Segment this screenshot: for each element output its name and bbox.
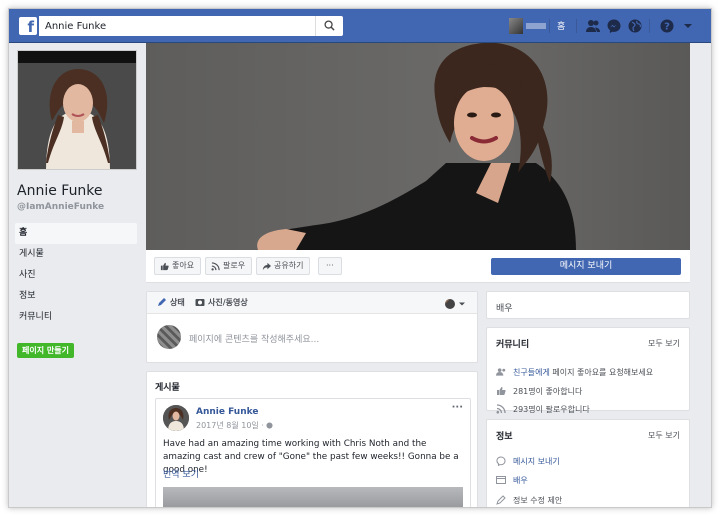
post-photo[interactable]: [163, 487, 463, 507]
nav-item-community[interactable]: 커뮤니티: [15, 307, 137, 328]
like-button[interactable]: 좋아요: [154, 257, 202, 275]
friends-icon: [496, 368, 506, 376]
chevron-down-icon[interactable]: [680, 18, 696, 34]
search-icon: [324, 20, 335, 31]
more-options-button[interactable]: ···: [318, 257, 342, 275]
help-icon[interactable]: ?: [659, 18, 675, 34]
info-suggest-edit-link[interactable]: 정보 수정 제안: [513, 496, 562, 505]
post-composer: 상태 사진/동영상 페이지에 콘텐츠를 작성해주세요...: [146, 291, 478, 363]
page-action-bar: 좋아요 팔로우 공유하기 ··· 메시지 보내기: [146, 250, 690, 283]
messenger-icon[interactable]: [606, 18, 622, 34]
friend-requests-icon[interactable]: [585, 18, 601, 34]
search-box: [39, 16, 343, 36]
browser-window: f 홈 ?: [8, 8, 712, 508]
post-author-avatar[interactable]: [163, 405, 189, 431]
page-username[interactable]: @IamAnnieFunke: [17, 202, 104, 212]
photo-video-tab-label: 사진/동영상: [208, 298, 248, 307]
photo-video-tab[interactable]: 사진/동영상: [195, 297, 248, 308]
composer-tabs: 상태 사진/동영상: [147, 292, 477, 314]
svg-text:?: ?: [664, 22, 670, 33]
likes-count-row: 281명이 좋아합니다: [496, 386, 582, 398]
page-category[interactable]: 배우: [496, 301, 513, 314]
share-button[interactable]: 공유하기: [256, 257, 311, 275]
nav-item-about[interactable]: 정보: [15, 286, 137, 307]
post-as-selector[interactable]: [444, 296, 468, 310]
post-as-avatar-icon: [445, 299, 465, 309]
see-translation-link[interactable]: 번역 보기: [163, 467, 199, 480]
send-message-button[interactable]: 메시지 보내기: [491, 258, 681, 275]
nav-item-posts[interactable]: 게시물: [15, 244, 137, 265]
info-suggest-edit-row: 정보 수정 제안: [496, 495, 562, 507]
info-see-all-link[interactable]: 모두 보기: [648, 430, 680, 441]
share-arrow-icon: [262, 262, 271, 271]
create-page-button[interactable]: 페이지 만들기: [17, 343, 74, 358]
divider: [576, 19, 577, 33]
thumbs-up-icon: [160, 262, 169, 271]
rss-follow-icon: [211, 262, 220, 271]
like-label: 좋아요: [172, 261, 195, 270]
info-send-message-link[interactable]: 메시지 보내기: [513, 457, 560, 466]
follow-button[interactable]: 팔로우: [205, 257, 253, 275]
facebook-logo-icon[interactable]: f: [19, 17, 37, 35]
globe-privacy-icon: [266, 422, 273, 429]
page-navigation: 홈 게시물 사진 정보 커뮤니티: [15, 223, 137, 328]
camera-icon: [195, 299, 205, 306]
rss-follow-icon: [496, 404, 506, 414]
profile-picture[interactable]: [17, 50, 137, 170]
divider: [649, 19, 650, 33]
info-message-row: 메시지 보내기: [496, 456, 560, 468]
user-avatar: [509, 18, 523, 34]
info-card: 정보 모두 보기 메시지 보내기 배우 정보 수정 제안: [486, 419, 690, 507]
pencil-icon: [158, 298, 166, 306]
author-photo: [163, 405, 189, 431]
user-name-blurred: [526, 23, 546, 29]
profile-shortcut[interactable]: [509, 18, 549, 34]
community-card: 커뮤니티 모두 보기 친구들에게 페이지 좋아요를 요청해보세요 281명이 좋…: [486, 327, 690, 414]
divider: [549, 19, 550, 33]
follows-count: 293명이 팔로우합니다: [513, 405, 590, 414]
invite-friends-text: 페이지 좋아요를 요청해보세요: [549, 368, 654, 377]
post-text: Have had an amazing time working with Ch…: [163, 439, 459, 475]
page-name[interactable]: Annie Funke: [17, 183, 103, 199]
share-label: 공유하기: [274, 261, 304, 270]
category-card: 배우: [486, 291, 690, 319]
post-timestamp[interactable]: 2017년 8월 10일 ·: [196, 420, 273, 431]
info-category-link[interactable]: 배우: [513, 476, 528, 485]
category-tag-icon: [496, 476, 506, 484]
search-button[interactable]: [315, 16, 343, 36]
cover-photo-image: [146, 43, 690, 250]
post-date-text: 2017년 8월 10일 ·: [196, 421, 264, 430]
pencil-icon: [496, 495, 506, 505]
cover-photo[interactable]: [146, 43, 690, 250]
left-sidebar: Annie Funke @IamAnnieFunke 홈 게시물 사진 정보 커…: [9, 43, 146, 507]
posts-section: 게시물 Annie Funke 2017년 8월 10일 · ··· Have …: [146, 371, 478, 507]
messenger-icon: [496, 456, 506, 466]
community-see-all-link[interactable]: 모두 보기: [648, 338, 680, 349]
nav-item-home[interactable]: 홈: [15, 223, 137, 244]
likes-count: 281명이 좋아합니다: [513, 387, 583, 396]
composer-input[interactable]: 페이지에 콘텐츠를 작성해주세요...: [189, 332, 319, 345]
home-link[interactable]: 홈: [557, 19, 565, 32]
invite-friends-link[interactable]: 친구들에게: [513, 368, 550, 377]
follows-count-row: 293명이 팔로우합니다: [496, 404, 590, 416]
posts-section-title: 게시물: [155, 383, 180, 393]
invite-friends-row: 친구들에게 페이지 좋아요를 요청해보세요: [496, 367, 653, 379]
status-tab-label: 상태: [170, 298, 185, 307]
notifications-globe-icon[interactable]: [627, 18, 643, 34]
post-author-name[interactable]: Annie Funke: [196, 407, 258, 417]
thumbs-up-icon: [497, 387, 506, 395]
info-title: 정보: [496, 432, 513, 442]
nav-item-photos[interactable]: 사진: [15, 265, 137, 286]
profile-photo-image: [18, 51, 136, 169]
follow-label: 팔로우: [223, 261, 246, 270]
post-card: Annie Funke 2017년 8월 10일 · ··· Have had …: [155, 398, 471, 507]
status-tab[interactable]: 상태: [157, 297, 185, 308]
top-navigation-bar: f 홈 ?: [9, 9, 711, 43]
post-options-button[interactable]: ···: [452, 402, 463, 413]
community-title: 커뮤니티: [496, 340, 530, 350]
search-input[interactable]: [39, 16, 315, 36]
composer-avatar: [157, 325, 181, 349]
info-category-row: 배우: [496, 475, 528, 487]
